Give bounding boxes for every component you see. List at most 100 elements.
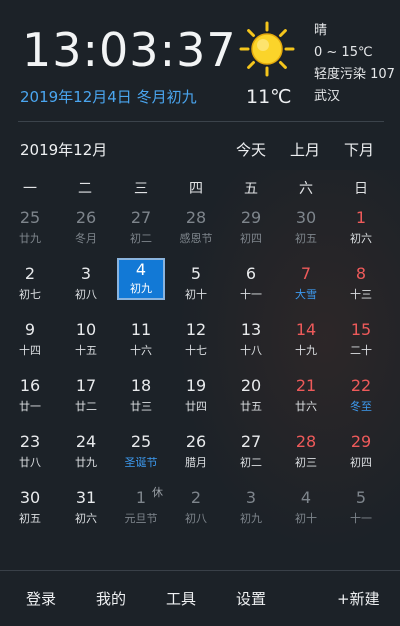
calendar-day[interactable]: 15 二十: [337, 318, 385, 364]
day-number: 4: [300, 488, 312, 507]
lunar-date: 十八: [240, 344, 262, 357]
day-number: 26: [185, 432, 207, 451]
calendar-day[interactable]: 5 初十: [172, 262, 220, 308]
calendar-day[interactable]: 4 初九: [117, 258, 165, 300]
day-number: 27: [240, 432, 262, 451]
weekday-tue: 二: [78, 181, 92, 197]
lunar-date: 初八: [185, 512, 207, 525]
lunar-date: 初三: [295, 456, 317, 469]
date-lunar-link[interactable]: 2019年12月4日 冬月初九: [20, 86, 197, 107]
day-number: 22: [350, 376, 372, 395]
mine-button[interactable]: 我的: [96, 588, 126, 609]
lunar-date: 初五: [295, 232, 317, 245]
lunar-date: 初五: [19, 512, 41, 525]
weather-panel[interactable]: 晴 0 ~ 15℃ 轻度污染 107 武汉: [314, 20, 395, 108]
lunar-date: 十四: [19, 344, 41, 357]
calendar-day[interactable]: 2 初八: [172, 486, 220, 532]
day-number: 23: [19, 432, 41, 451]
calendar-day[interactable]: 26 腊月: [172, 430, 220, 476]
calendar-day[interactable]: 12 十七: [172, 318, 220, 364]
calendar-day[interactable]: 21 廿六: [282, 374, 330, 420]
today-button[interactable]: 今天: [236, 139, 266, 160]
lunar-date: 初九: [240, 512, 262, 525]
day-number: 5: [355, 488, 367, 507]
lunar-date: 十五: [75, 344, 97, 357]
calendar-day[interactable]: 11 十六: [117, 318, 165, 364]
calendar-day[interactable]: 28 感恩节: [172, 206, 220, 252]
login-button[interactable]: 登录: [26, 588, 56, 609]
calendar-day[interactable]: 25 廿九: [6, 206, 54, 252]
day-number: 27: [130, 208, 152, 227]
calendar-day[interactable]: 14 十九: [282, 318, 330, 364]
lunar-date: 初六: [75, 512, 97, 525]
lunar-date: 冬月: [75, 232, 97, 245]
calendar-day[interactable]: 13 十八: [227, 318, 275, 364]
calendar-day[interactable]: 26 冬月: [62, 206, 110, 252]
calendar-day[interactable]: 20 廿五: [227, 374, 275, 420]
calendar-day[interactable]: 28 初三: [282, 430, 330, 476]
calendar-day[interactable]: 25 圣诞节: [117, 430, 165, 476]
weekday-thu: 四: [189, 181, 203, 197]
day-number: 13: [240, 320, 262, 339]
day-number: 10: [75, 320, 97, 339]
calendar-day[interactable]: 22 冬至: [337, 374, 385, 420]
calendar-day[interactable]: 6 十一: [227, 262, 275, 308]
day-number: 3: [80, 264, 92, 283]
calendar-day[interactable]: 7 大雪: [282, 262, 330, 308]
calendar-day[interactable]: 19 廿四: [172, 374, 220, 420]
divider: [18, 121, 384, 122]
calendar-day[interactable]: 1 初六: [337, 206, 385, 252]
day-number: 2: [190, 488, 202, 507]
lunar-date: 初十: [295, 512, 317, 525]
lunar-date: 廿六: [295, 400, 317, 413]
holiday-rest-badge: 休: [152, 486, 163, 499]
calendar-day[interactable]: 17 廿二: [62, 374, 110, 420]
calendar-day[interactable]: 1 元旦节休: [117, 486, 165, 532]
next-month-button[interactable]: 下月: [344, 139, 374, 160]
month-selector[interactable]: 2019年12月: [20, 139, 107, 160]
calendar-day[interactable]: 27 初二: [227, 430, 275, 476]
weekday-wed: 三: [134, 181, 148, 197]
calendar-day[interactable]: 10 十五: [62, 318, 110, 364]
calendar-day[interactable]: 29 初四: [337, 430, 385, 476]
lunar-date: 廿一: [19, 400, 41, 413]
calendar-day[interactable]: 24 廿九: [62, 430, 110, 476]
calendar-day[interactable]: 18 廿三: [117, 374, 165, 420]
calendar-day[interactable]: 2 初七: [6, 262, 54, 308]
calendar-day[interactable]: 8 十三: [337, 262, 385, 308]
day-number: 31: [75, 488, 97, 507]
calendar-day[interactable]: 9 十四: [6, 318, 54, 364]
calendar-day[interactable]: 27 初二: [117, 206, 165, 252]
tools-button[interactable]: 工具: [166, 588, 196, 609]
lunar-date: 廿四: [185, 400, 207, 413]
day-number: 11: [130, 320, 152, 339]
day-number: 17: [75, 376, 97, 395]
calendar-day[interactable]: 16 廿一: [6, 374, 54, 420]
lunar-date: 初九: [130, 282, 152, 295]
calendar-day[interactable]: 3 初八: [62, 262, 110, 308]
lunar-date: 感恩节: [179, 232, 213, 245]
day-number: 24: [75, 432, 97, 451]
calendar-day[interactable]: 5 十一: [337, 486, 385, 532]
weekday-sun: 日: [354, 181, 368, 197]
day-number: 28: [295, 432, 317, 451]
day-number: 2: [24, 264, 36, 283]
sun-icon: [239, 21, 295, 77]
calendar-day[interactable]: 30 初五: [6, 486, 54, 532]
calendar-day[interactable]: 30 初五: [282, 206, 330, 252]
day-number: 9: [24, 320, 36, 339]
day-number: 20: [240, 376, 262, 395]
lunar-date: 廿二: [75, 400, 97, 413]
calendar-day[interactable]: 29 初四: [227, 206, 275, 252]
calendar-day[interactable]: 4 初十: [282, 486, 330, 532]
calendar-day[interactable]: 23 廿八: [6, 430, 54, 476]
settings-button[interactable]: 设置: [236, 588, 266, 609]
calendar-day[interactable]: 31 初六: [62, 486, 110, 532]
lunar-date: 初四: [240, 232, 262, 245]
calendar-day[interactable]: 3 初九: [227, 486, 275, 532]
new-event-button[interactable]: +新建: [337, 588, 380, 609]
lunar-date: 元旦节: [124, 512, 158, 525]
prev-month-button[interactable]: 上月: [290, 139, 320, 160]
lunar-date: 腊月: [185, 456, 207, 469]
weekday-fri: 五: [244, 181, 258, 197]
